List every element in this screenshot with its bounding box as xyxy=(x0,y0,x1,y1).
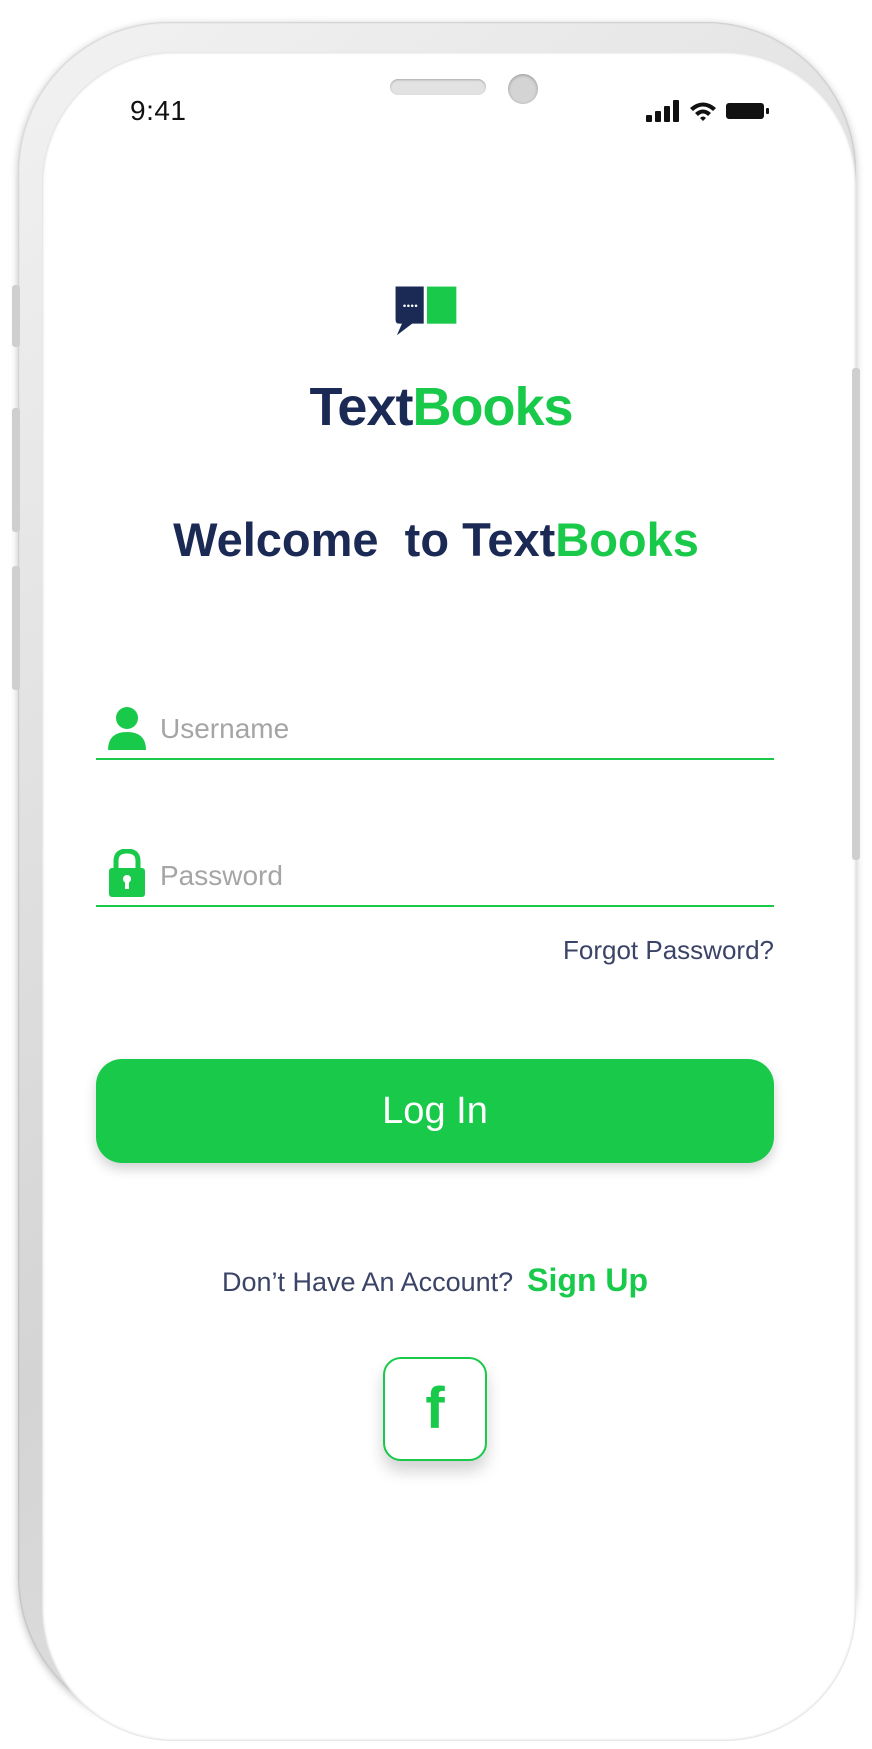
password-field[interactable] xyxy=(96,843,774,907)
welcome-heading: Welcome to TextBooks xyxy=(80,512,792,567)
forgot-password-link[interactable]: Forgot Password? xyxy=(563,935,774,966)
signup-link[interactable]: Sign Up xyxy=(527,1262,648,1298)
login-button[interactable]: Log In xyxy=(96,1059,774,1163)
signal-icon xyxy=(646,100,679,122)
power-button xyxy=(852,368,860,860)
welcome-prefix: Welcome to Text xyxy=(173,513,556,566)
brand-wordmark: TextBooks xyxy=(296,376,586,438)
welcome-suffix: Books xyxy=(555,513,699,566)
brand-name-part1: Text xyxy=(309,377,413,437)
brand-name-part2: Books xyxy=(412,377,573,437)
facebook-icon: f xyxy=(425,1376,445,1441)
wifi-icon xyxy=(690,102,716,121)
username-input[interactable] xyxy=(158,708,762,750)
status-icons xyxy=(646,100,770,122)
facebook-login-button[interactable]: f xyxy=(383,1357,487,1461)
textbooks-logo-icon xyxy=(395,286,457,336)
mute-switch xyxy=(12,285,20,347)
password-input[interactable] xyxy=(158,855,762,897)
earpiece-speaker xyxy=(390,79,486,95)
volume-down-button xyxy=(12,566,20,690)
volume-up-button xyxy=(12,408,20,532)
status-time: 9:41 xyxy=(130,95,187,126)
signup-row: Don’t Have An Account? Sign Up xyxy=(96,1262,774,1299)
signup-prompt: Don’t Have An Account? xyxy=(221,1267,514,1297)
lock-icon xyxy=(109,849,145,897)
user-icon xyxy=(108,707,146,750)
username-field[interactable] xyxy=(96,696,774,760)
front-camera xyxy=(508,74,538,104)
battery-icon xyxy=(726,103,769,119)
